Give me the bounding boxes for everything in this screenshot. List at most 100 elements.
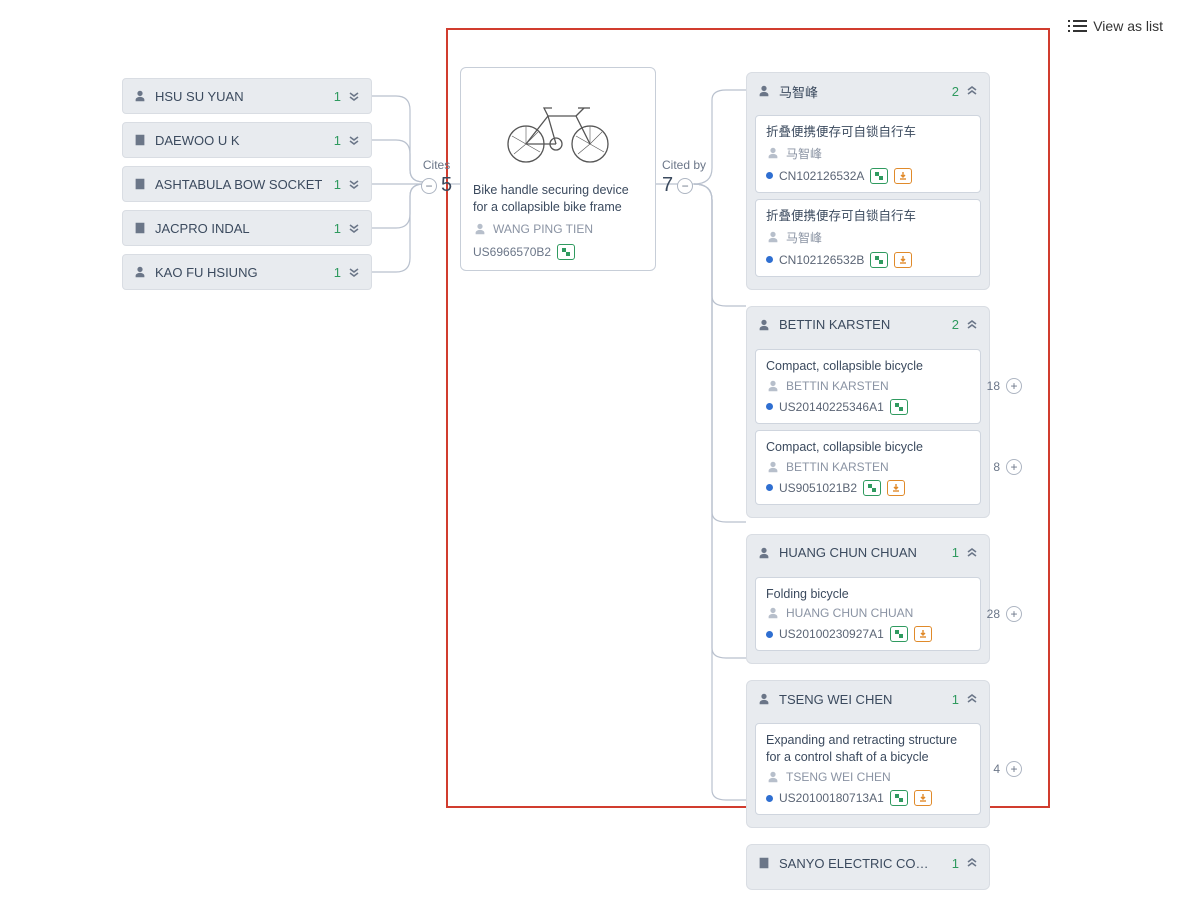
chevron-down-icon <box>347 133 361 147</box>
collapse-cited-by-button[interactable]: − <box>677 178 693 194</box>
family-badge-icon[interactable] <box>870 168 888 184</box>
family-badge-icon[interactable] <box>870 252 888 268</box>
group-count: 2 <box>952 84 959 99</box>
expand-forward-citations-button[interactable]: + <box>1006 606 1022 622</box>
view-as-list-button[interactable]: View as list <box>1073 18 1163 34</box>
group-name: SANYO ELECTRIC CO LTD <box>779 856 929 871</box>
download-badge-icon[interactable] <box>887 480 905 496</box>
expand-forward-citations-button[interactable]: + <box>1006 761 1022 777</box>
patent-pubnumber: CN102126532B <box>779 253 864 267</box>
cites-group[interactable]: DAEWOO U K 1 <box>122 122 372 158</box>
patent-pubnumber-row: US9051021B2 <box>766 480 970 496</box>
cites-group[interactable]: KAO FU HSIUNG 1 <box>122 254 372 290</box>
forward-citations: 8 + <box>993 459 1022 475</box>
family-badge-icon[interactable] <box>557 244 575 260</box>
patent-title: Expanding and retracting structure for a… <box>766 732 970 766</box>
collapse-group-button[interactable] <box>965 856 979 870</box>
patent-card[interactable]: Compact, collapsible bicycle BETTIN KARS… <box>755 430 981 505</box>
cited-by-group: 马智峰 2 折叠便携便存可自锁自行车 马智峰 CN102126532A <box>746 72 990 290</box>
cites-group[interactable]: HSU SU YUAN 1 <box>122 78 372 114</box>
patent-pubnumber-row: CN102126532A <box>766 168 970 184</box>
status-dot-icon <box>766 256 773 263</box>
group-header[interactable]: 马智峰 2 <box>747 73 989 109</box>
cited-by-group: SANYO ELECTRIC CO LTD 1 <box>746 844 990 890</box>
collapse-group-button[interactable] <box>965 546 979 560</box>
patent-pubnumber-row: CN102126532B <box>766 252 970 268</box>
focus-patent-pubnumber-row: US6966570B2 <box>473 244 643 260</box>
patent-pubnumber: US20140225346A1 <box>779 400 884 414</box>
collapse-group-button[interactable] <box>965 318 979 332</box>
expand-group-button[interactable] <box>347 133 361 147</box>
group-header[interactable]: BETTIN KARSTEN 2 <box>747 307 989 343</box>
download-badge-icon[interactable] <box>894 252 912 268</box>
group-header[interactable]: TSENG WEI CHEN 1 <box>747 681 989 717</box>
person-icon <box>133 89 147 103</box>
patent-title: 折叠便携便存可自锁自行车 <box>766 208 970 225</box>
group-header[interactable]: HUANG CHUN CHUAN 1 <box>747 535 989 571</box>
patent-card[interactable]: 折叠便携便存可自锁自行车 马智峰 CN102126532A <box>755 115 981 193</box>
family-badge-icon[interactable] <box>890 626 908 642</box>
family-badge-icon[interactable] <box>890 399 908 415</box>
cited-by-label: Cited by <box>662 158 706 172</box>
patent-card[interactable]: Compact, collapsible bicycle BETTIN KARS… <box>755 349 981 424</box>
patent-pubnumber: CN102126532A <box>779 169 864 183</box>
group-count: 1 <box>334 177 341 192</box>
download-badge-icon[interactable] <box>894 168 912 184</box>
patent-card[interactable]: Folding bicycle HUANG CHUN CHUAN US20100… <box>755 577 981 652</box>
group-count: 1 <box>334 133 341 148</box>
status-dot-icon <box>766 172 773 179</box>
chevron-up-icon <box>965 692 979 706</box>
cited-by-column: 马智峰 2 折叠便携便存可自锁自行车 马智峰 CN102126532A <box>746 72 990 906</box>
patent-inventor: BETTIN KARSTEN <box>766 379 970 393</box>
expand-forward-citations-button[interactable]: + <box>1006 378 1022 394</box>
patent-card[interactable]: Expanding and retracting structure for a… <box>755 723 981 815</box>
chevron-down-icon <box>347 221 361 235</box>
patent-card[interactable]: 折叠便携便存可自锁自行车 马智峰 CN102126532B <box>755 199 981 277</box>
chevron-down-icon <box>347 177 361 191</box>
group-name: KAO FU HSIUNG <box>155 265 258 280</box>
group-count: 1 <box>952 545 959 560</box>
group-name: HUANG CHUN CHUAN <box>779 545 917 560</box>
patent-drawing-bicycle <box>498 88 618 168</box>
patent-pubnumber-row: US20140225346A1 <box>766 399 970 415</box>
expand-group-button[interactable] <box>347 265 361 279</box>
collapse-group-button[interactable] <box>965 692 979 706</box>
chevron-up-icon <box>965 318 979 332</box>
family-badge-icon[interactable] <box>890 790 908 806</box>
group-count: 1 <box>952 692 959 707</box>
collapse-cites-button[interactable]: − <box>421 178 437 194</box>
person-icon <box>757 692 771 706</box>
collapse-group-button[interactable] <box>965 84 979 98</box>
expand-group-button[interactable] <box>347 221 361 235</box>
building-icon <box>133 221 147 235</box>
focus-patent-card[interactable]: Bike handle securing device for a collap… <box>460 67 656 271</box>
download-badge-icon[interactable] <box>914 790 932 806</box>
forward-citations: 18 + <box>987 378 1022 394</box>
chevron-up-icon <box>965 546 979 560</box>
patent-pubnumber-row: US20100180713A1 <box>766 790 970 806</box>
person-icon <box>473 222 487 236</box>
cites-group[interactable]: JACPRO INDAL 1 <box>122 210 372 246</box>
group-name: TSENG WEI CHEN <box>779 692 892 707</box>
focus-patent-pubnumber: US6966570B2 <box>473 245 551 259</box>
cited-by-group: TSENG WEI CHEN 1 Expanding and retractin… <box>746 680 990 828</box>
cited-by-group: BETTIN KARSTEN 2 Compact, collapsible bi… <box>746 306 990 518</box>
group-name: ASHTABULA BOW SOCKET <box>155 177 322 192</box>
status-dot-icon <box>766 403 773 410</box>
building-icon <box>133 133 147 147</box>
expand-group-button[interactable] <box>347 177 361 191</box>
cites-count: 5 <box>441 174 452 197</box>
person-icon <box>757 84 771 98</box>
patent-title: 折叠便携便存可自锁自行车 <box>766 124 970 141</box>
cites-label: Cites <box>421 158 452 172</box>
expand-forward-citations-button[interactable]: + <box>1006 459 1022 475</box>
status-dot-icon <box>766 484 773 491</box>
family-badge-icon[interactable] <box>863 480 881 496</box>
download-badge-icon[interactable] <box>914 626 932 642</box>
expand-group-button[interactable] <box>347 89 361 103</box>
group-header[interactable]: SANYO ELECTRIC CO LTD 1 <box>747 845 989 881</box>
person-icon <box>766 606 780 620</box>
cites-group[interactable]: ASHTABULA BOW SOCKET 1 <box>122 166 372 202</box>
view-as-list-label: View as list <box>1093 18 1163 34</box>
patent-pubnumber: US20100180713A1 <box>779 791 884 805</box>
